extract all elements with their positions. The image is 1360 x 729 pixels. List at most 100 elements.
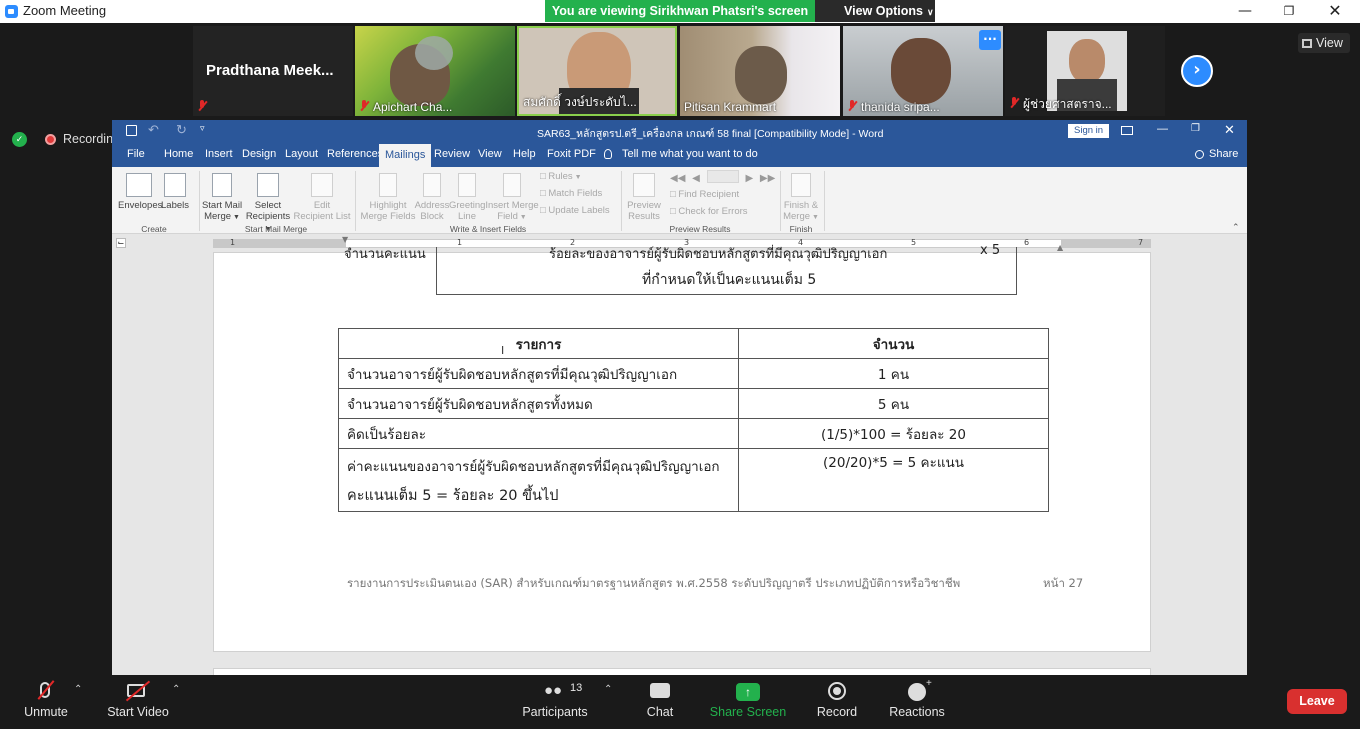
tab-mailings[interactable]: Mailings (379, 144, 432, 167)
tab-help[interactable]: Help (511, 142, 538, 167)
next-page-button[interactable]: › (1181, 55, 1213, 87)
ruler-tick-label: 1 (457, 238, 463, 247)
table-cell: จำนวนอาจารย์ผู้รับผิดชอบหลักสูตรที่มีคุณ… (338, 358, 739, 389)
audio-options-chevron-icon[interactable]: ⌃ (74, 684, 82, 695)
lightbulb-icon (604, 149, 612, 159)
tab-file[interactable]: File (125, 142, 147, 167)
tab-insert[interactable]: Insert (203, 142, 235, 167)
insert-merge-field-line2: Field (497, 211, 518, 222)
previous-record-icon[interactable]: ◀ (692, 173, 700, 184)
right-indent-marker-icon[interactable]: ▲ (1057, 243, 1063, 252)
video-gallery: Pradthana Meek... Apichart Cha... สมศักด… (0, 23, 1360, 118)
labels-button[interactable]: Labels (160, 173, 190, 211)
find-recipient-button[interactable]: □ Find Recipient (670, 189, 739, 200)
next-record-icon[interactable]: ▶ (745, 173, 753, 184)
view-options-button[interactable]: View Options ∨ (815, 0, 935, 22)
start-video-button[interactable]: Start Video (103, 675, 173, 729)
tab-home[interactable]: Home (162, 142, 195, 167)
participant-tile[interactable]: ผู้ช่วยศาสตราจ... (1005, 26, 1165, 116)
minimize-icon[interactable]: — (1222, 0, 1268, 23)
participant-tile-active-speaker[interactable]: สมศักดิ์ วงษ์ประดับไ... (517, 26, 677, 116)
tab-view[interactable]: View (476, 142, 504, 167)
match-fields-button[interactable]: □ Match Fields (540, 188, 602, 199)
greeting-line-icon (458, 173, 476, 197)
next-document-page[interactable] (213, 668, 1151, 675)
group-start-mail-merge-label: Start Mail Merge (244, 224, 308, 234)
highlight-merge-fields-button[interactable]: Highlight Merge Fields (360, 173, 416, 222)
collapse-ribbon-icon[interactable]: ⌃ (1232, 222, 1240, 233)
tab-design[interactable]: Design (240, 142, 278, 167)
check-for-errors-button[interactable]: □ Check for Errors (670, 206, 748, 217)
finish-merge-button[interactable]: Finish & Merge ▼ (782, 173, 820, 223)
participants-chevron-icon[interactable]: ⌃ (604, 684, 612, 695)
start-video-label: Start Video (107, 705, 169, 719)
restore-icon[interactable]: ❐ (1191, 123, 1200, 134)
tab-foxit-pdf[interactable]: Foxit PDF (545, 142, 598, 167)
record-number-input[interactable] (706, 170, 739, 183)
leave-button[interactable]: Leave (1287, 689, 1347, 714)
unmute-button[interactable]: Unmute (18, 675, 74, 729)
envelopes-button[interactable]: Envelopes (118, 173, 163, 211)
table-cell-line: ค่าคะแนนของอาจารย์ผู้รับผิดชอบหลักสูตรที… (347, 459, 720, 475)
last-record-icon[interactable]: ▶▶ (760, 173, 775, 184)
participant-tile[interactable]: Pitisan Krammart (680, 26, 840, 116)
reactions-button[interactable]: + Reactions (888, 675, 946, 729)
tell-me-search[interactable]: Tell me what you want to do (620, 142, 760, 167)
more-options-button[interactable]: ··· (979, 30, 1001, 50)
update-labels-button[interactable]: □ Update Labels (540, 205, 610, 216)
record-button[interactable]: Record (812, 675, 862, 729)
view-button[interactable]: View (1298, 33, 1350, 53)
window-title: Zoom Meeting (23, 3, 107, 18)
ribbon-divider (780, 171, 781, 231)
share-button[interactable]: Share (1207, 142, 1240, 167)
envelope-icon (126, 173, 152, 197)
sign-in-button[interactable]: Sign in (1068, 124, 1110, 138)
ribbon-display-icon[interactable] (1121, 126, 1133, 135)
update-labels-label: Update Labels (548, 205, 610, 216)
tab-review[interactable]: Review (432, 142, 472, 167)
zoom-logo-icon (5, 5, 18, 18)
ruler-tick-label: 5 (911, 238, 917, 247)
first-record-icon[interactable]: ◀◀ (670, 173, 685, 184)
restore-icon[interactable]: ❐ (1266, 0, 1312, 23)
edit-recipient-list-button[interactable]: Edit Recipient List (293, 173, 351, 222)
participant-tile[interactable]: Pradthana Meek... (193, 26, 353, 116)
close-icon[interactable]: ✕ (1312, 0, 1358, 23)
table-row: ค่าคะแนนของอาจารย์ผู้รับผิดชอบหลักสูตรที… (338, 448, 1049, 512)
chat-button[interactable]: Chat (640, 675, 680, 729)
video-options-chevron-icon[interactable]: ⌃ (172, 684, 180, 695)
table-cell: คิดเป็นร้อยละ (338, 418, 739, 449)
customize-quick-access-icon[interactable]: ▿ (200, 123, 205, 134)
minimize-icon[interactable]: — (1157, 123, 1168, 135)
chat-label: Chat (646, 705, 674, 719)
recording-indicator[interactable]: ✓ Recording (0, 126, 120, 152)
participants-button[interactable]: ●● 13 Participants (520, 675, 590, 729)
select-recipients-line2: Recipients (245, 211, 291, 222)
mic-off-icon (359, 100, 369, 112)
table-cell: 5 คน (738, 388, 1049, 419)
save-icon[interactable] (126, 125, 137, 136)
insert-merge-field-button[interactable]: Insert Merge Field ▼ (484, 173, 540, 223)
preview-results-button[interactable]: Preview Results (624, 173, 664, 222)
table-header-cell: รายการ (338, 328, 739, 359)
tab-references[interactable]: References (325, 142, 385, 167)
tab-layout[interactable]: Layout (283, 142, 320, 167)
greeting-line-button[interactable]: Greeting Line (449, 173, 485, 222)
close-icon[interactable]: ✕ (1224, 122, 1235, 138)
undo-icon[interactable]: ↶ (148, 122, 159, 138)
rules-button[interactable]: □ Rules ▼ (540, 171, 582, 183)
tab-selector-icon[interactable]: ⌙ (116, 238, 126, 248)
top-cut-right-text: x 5 (980, 243, 1001, 258)
table-row: คิดเป็นร้อยละ (1/5)*100 = ร้อยละ 20 (338, 418, 1049, 449)
share-screen-button[interactable]: ↑ Share Screen (708, 675, 788, 729)
ribbon-divider (824, 171, 825, 231)
dropdown-arrow-icon: ▼ (572, 174, 582, 181)
envelopes-label: Envelopes (118, 200, 163, 211)
participant-tile[interactable]: Apichart Cha... (355, 26, 515, 116)
page-number: หน้า 27 (1043, 576, 1084, 590)
document-page[interactable]: จำนวนคะแนน ร้อยละของอาจารย์ผู้รับผิดชอบห… (213, 243, 1151, 652)
redo-icon[interactable]: ↻ (176, 122, 187, 138)
dropdown-arrow-icon: ▼ (231, 214, 240, 221)
start-mail-merge-button[interactable]: Start Mail Merge ▼ (200, 173, 244, 223)
address-block-button[interactable]: Address Block (414, 173, 450, 222)
